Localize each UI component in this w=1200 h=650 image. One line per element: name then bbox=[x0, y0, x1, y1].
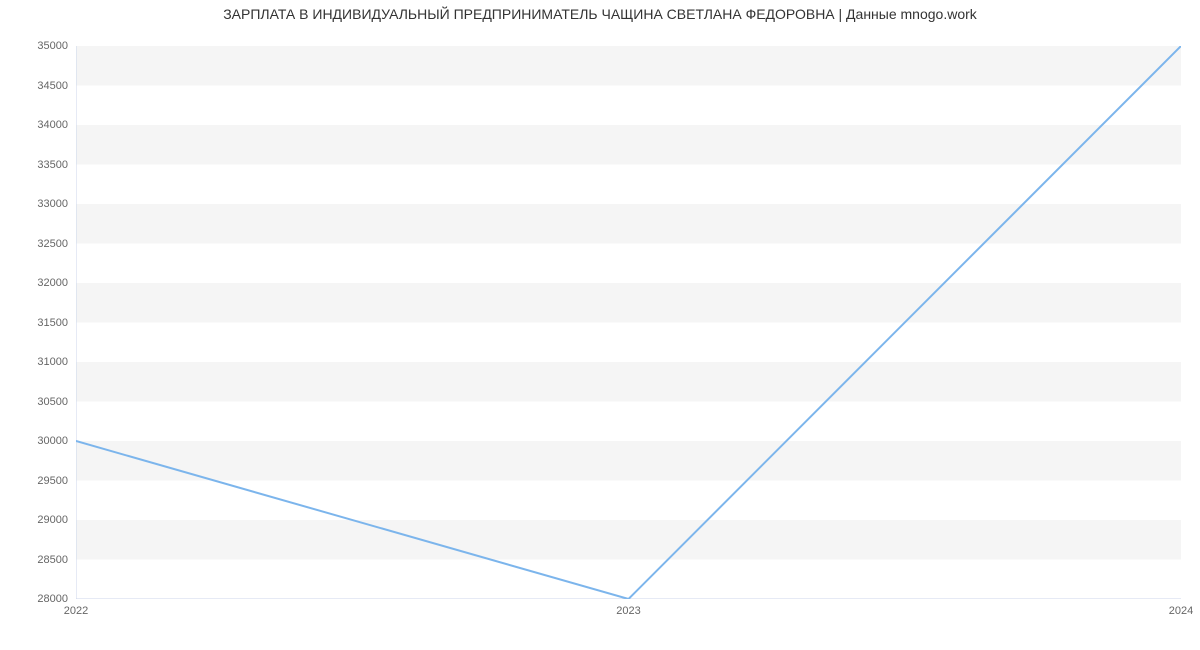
chart-svg bbox=[76, 46, 1181, 599]
y-tick-label: 29500 bbox=[37, 475, 68, 487]
y-tick-label: 28000 bbox=[37, 593, 68, 605]
chart-container: ЗАРПЛАТА В ИНДИВИДУАЛЬНЫЙ ПРЕДПРИНИМАТЕЛ… bbox=[0, 0, 1200, 650]
y-tick-label: 33500 bbox=[37, 159, 68, 171]
x-tick-label: 2022 bbox=[64, 605, 88, 617]
y-tick-label: 34500 bbox=[37, 80, 68, 92]
chart-title: ЗАРПЛАТА В ИНДИВИДУАЛЬНЫЙ ПРЕДПРИНИМАТЕЛ… bbox=[0, 6, 1200, 22]
plot-area: 2800028500290002950030000305003100031500… bbox=[76, 46, 1181, 599]
y-tick-label: 34000 bbox=[37, 119, 68, 131]
y-tick-label: 30500 bbox=[37, 396, 68, 408]
y-tick-label: 30000 bbox=[37, 435, 68, 447]
y-tick-label: 35000 bbox=[37, 40, 68, 52]
y-tick-label: 32500 bbox=[37, 238, 68, 250]
y-tick-label: 31000 bbox=[37, 356, 68, 368]
y-tick-label: 31500 bbox=[37, 317, 68, 329]
y-tick-label: 29000 bbox=[37, 514, 68, 526]
y-tick-label: 33000 bbox=[37, 198, 68, 210]
x-tick-label: 2023 bbox=[616, 605, 640, 617]
x-tick-label: 2024 bbox=[1169, 605, 1193, 617]
y-tick-label: 28500 bbox=[37, 554, 68, 566]
y-tick-label: 32000 bbox=[37, 277, 68, 289]
